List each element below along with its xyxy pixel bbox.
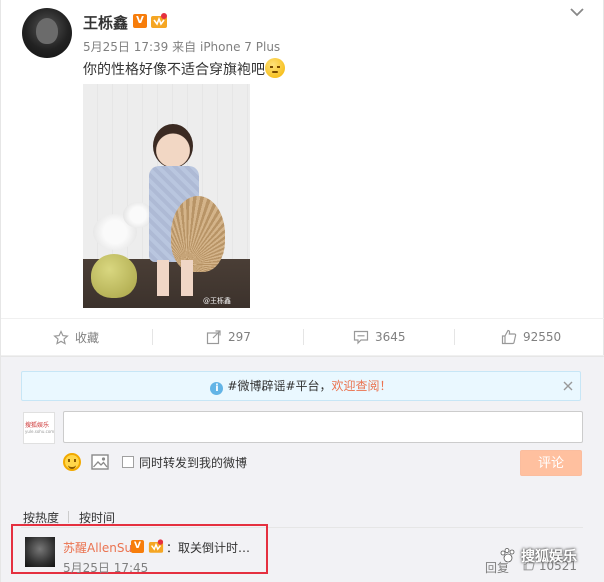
current-user-logo-text: 搜狐娱乐 <box>25 422 50 429</box>
comment-button[interactable]: 3645 <box>353 329 406 345</box>
post-from-label: 来自 <box>172 40 197 54</box>
forward-count: 297 <box>228 330 251 344</box>
comment-count: 3645 <box>375 330 406 344</box>
current-user-logo-sub: yule.sohu.com <box>25 429 55 434</box>
favorite-label: 收藏 <box>75 331 100 345</box>
thumbs-up-icon <box>501 329 517 345</box>
reply-time: 5月25日 17:45 <box>63 561 149 575</box>
post-content: 你的性格好像不适合穿旗袍吧 <box>83 58 285 79</box>
like-count: 92550 <box>523 330 562 344</box>
close-icon[interactable] <box>562 380 574 392</box>
post-device[interactable]: iPhone 7 Plus <box>200 40 280 54</box>
verified-badge-icon: V <box>133 14 147 28</box>
emoji-picker-icon[interactable] <box>63 453 81 471</box>
favorite-button[interactable]: 收藏 <box>53 329 99 346</box>
notice-text: #微博辟谣#平台， <box>227 379 332 393</box>
reply-verified-badge-icon: V <box>131 540 144 553</box>
reply-member-crown-icon <box>148 539 164 553</box>
post-text: 你的性格好像不适合穿旗袍吧 <box>83 62 265 78</box>
photo-watermark: @王栎鑫 <box>203 297 231 305</box>
comment-icon <box>353 330 369 345</box>
like-button[interactable]: 92550 <box>501 329 561 345</box>
reply-author-avatar[interactable] <box>25 537 55 567</box>
comment-input[interactable] <box>63 411 583 443</box>
reply-text: ：取关倒计时… <box>166 541 251 555</box>
post-meta: 5月25日 17:39 来自 iPhone 7 Plus <box>83 38 280 55</box>
weibo-post-card: 王栎鑫 V 5月25日 17:39 来自 iPhone 7 Plus 你的性格好… <box>0 0 604 582</box>
comment-section: i #微博辟谣#平台，欢迎查阅！ 搜狐娱乐 yule.sohu.com 同时转发到… <box>1 356 604 582</box>
post-photo[interactable]: @王栎鑫 <box>83 84 250 308</box>
rumor-notice-banner: i #微博辟谣#平台，欢迎查阅！ <box>21 371 581 401</box>
author-name[interactable]: 王栎鑫 <box>83 12 128 33</box>
current-user-avatar[interactable]: 搜狐娱乐 yule.sohu.com <box>23 412 55 444</box>
author-avatar[interactable] <box>22 8 72 58</box>
thumbs-up-icon <box>523 559 535 571</box>
member-crown-icon <box>151 13 167 28</box>
action-bar: 收藏 297 3645 92550 <box>1 318 604 356</box>
forward-icon <box>206 330 221 345</box>
info-icon: i <box>210 382 224 395</box>
image-upload-icon[interactable] <box>91 453 109 471</box>
reply-button[interactable]: 回复 <box>485 559 509 576</box>
notice-link[interactable]: 欢迎查阅！ <box>332 379 392 393</box>
reply-like-button[interactable]: 10521 <box>523 559 577 573</box>
sync-to-weibo-label[interactable]: 同时转发到我的微博 <box>139 454 247 471</box>
star-icon <box>53 329 69 345</box>
post-time[interactable]: 5月25日 17:39 <box>83 40 168 54</box>
submit-comment-button[interactable]: 评论 <box>520 450 582 476</box>
reply-author-name[interactable]: 苏醒AllenSu <box>63 539 132 556</box>
chevron-down-icon[interactable] <box>569 6 585 18</box>
pouting-emoji-icon <box>265 58 285 78</box>
sync-to-weibo-checkbox[interactable] <box>122 456 134 468</box>
reply-like-count: 10521 <box>538 559 578 573</box>
forward-button[interactable]: 297 <box>206 329 251 345</box>
